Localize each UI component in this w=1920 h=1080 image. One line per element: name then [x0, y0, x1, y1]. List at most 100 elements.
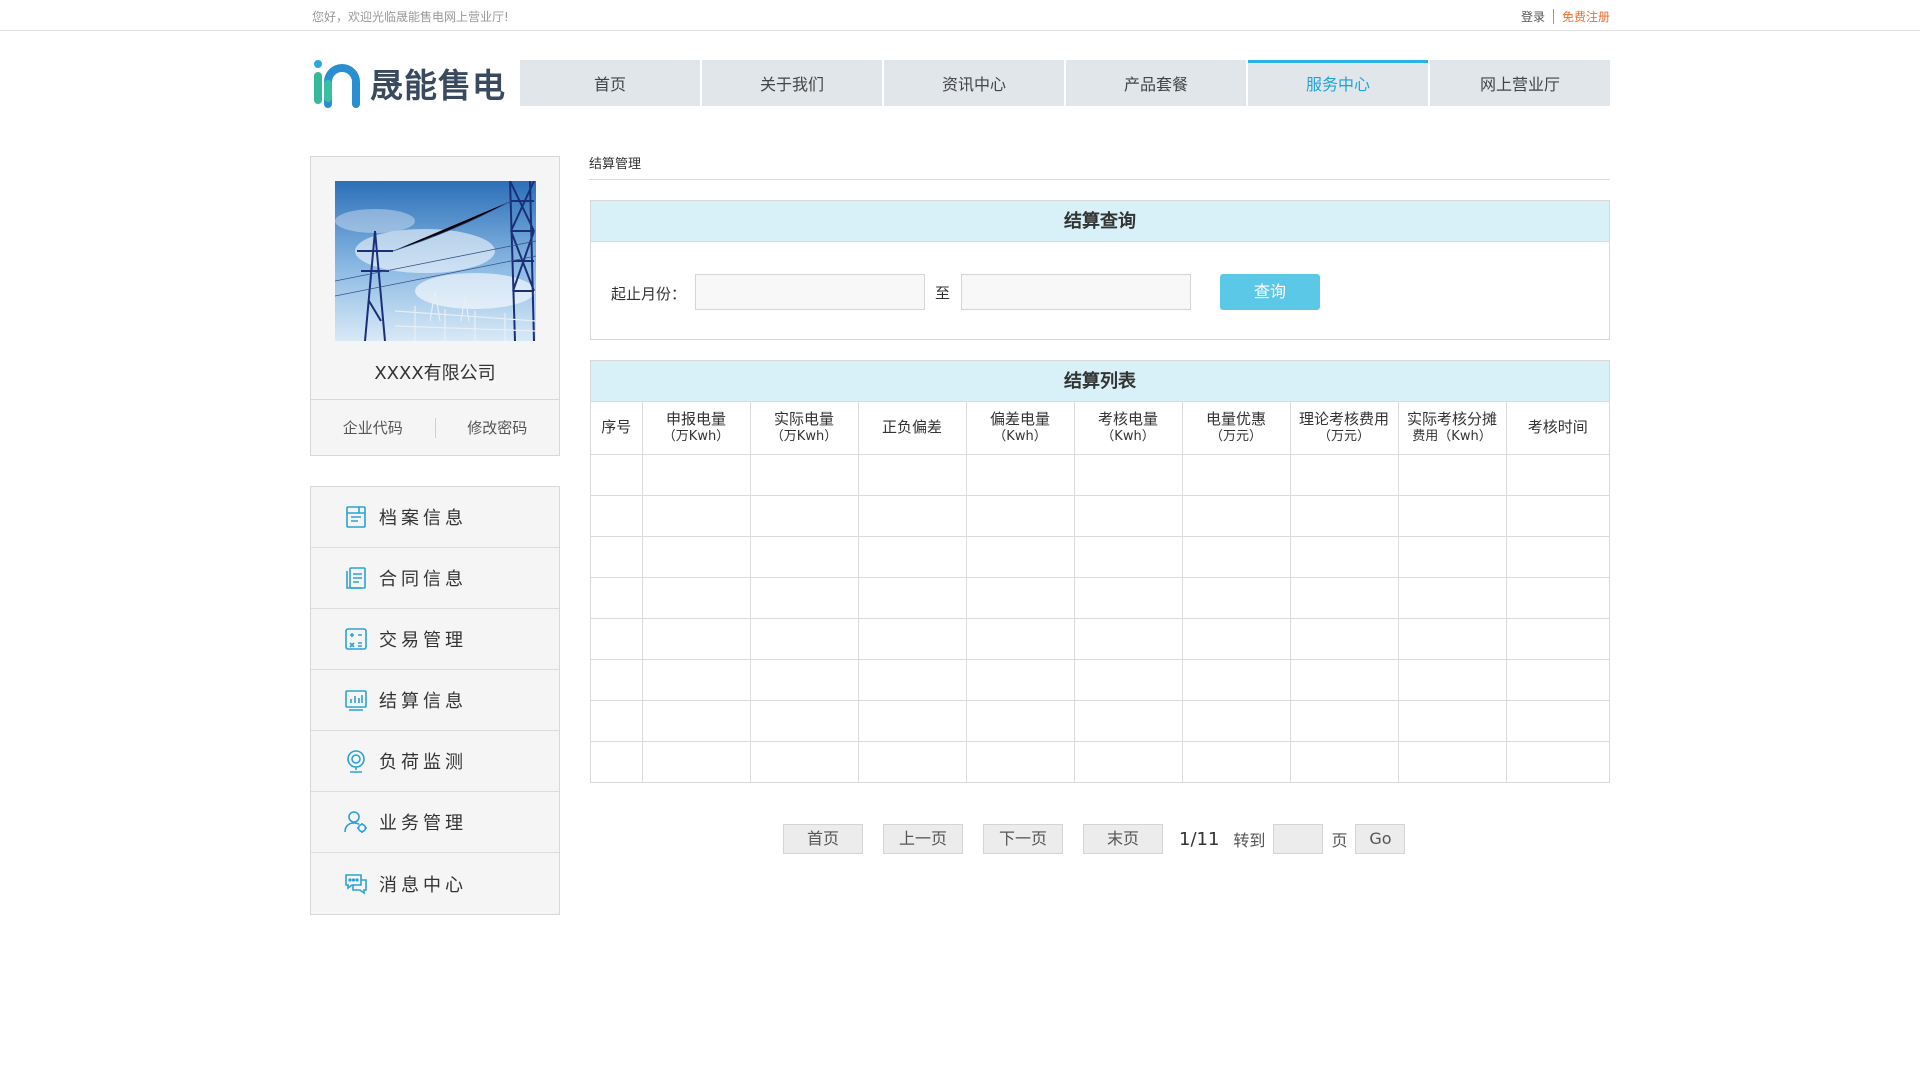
menu-label: 负荷监测: [379, 752, 467, 773]
table-cell: [966, 536, 1075, 578]
top-links: 登录 免费注册: [1521, 8, 1610, 25]
logo[interactable]: 晟能售电: [310, 58, 506, 108]
table-header-row: 序号 申报电量 （万Kwh） 实际电量 （万Kwh） 正负偏差 偏差电量 （Kwh） 考核电量（…: [591, 402, 1609, 455]
menu-settlement[interactable]: 结算信息: [311, 670, 559, 731]
column-header-line1: 电量优惠: [1205, 409, 1266, 428]
goto-label: 转到: [1233, 831, 1266, 850]
list-panel-title: 结算列表: [591, 361, 1609, 402]
table-cell: [858, 700, 967, 742]
logo-mark-icon: [314, 60, 360, 108]
column-header-line1: 实际考核分摊: [1406, 409, 1497, 428]
nav-home[interactable]: 首页: [520, 60, 700, 106]
menu-label: 结算信息: [379, 691, 467, 712]
table-cell: [1506, 495, 1609, 537]
table-cell: [858, 495, 967, 537]
nav-products[interactable]: 产品套餐: [1066, 60, 1246, 106]
table-cell: [591, 741, 643, 782]
table-cell: [1398, 659, 1507, 701]
menu-load-monitor[interactable]: 负荷监测: [311, 731, 559, 792]
query-panel-title: 结算查询: [591, 201, 1609, 242]
nav-news[interactable]: 资讯中心: [884, 60, 1064, 106]
table-cell: [1398, 536, 1507, 578]
nav-service[interactable]: 服务中心: [1248, 60, 1428, 106]
column-header-line2: （Kwh）: [993, 428, 1047, 444]
nav-online-hall[interactable]: 网上营业厅: [1430, 60, 1610, 106]
column-header: 序号: [591, 402, 643, 455]
nav-about[interactable]: 关于我们: [702, 60, 882, 106]
table-cell: [1398, 700, 1507, 742]
table-cell: [750, 577, 859, 619]
go-button[interactable]: Go: [1355, 824, 1406, 854]
column-header: 实际电量 （万Kwh）: [750, 402, 859, 455]
table-cell: [1398, 618, 1507, 660]
last-page-button[interactable]: 末页: [1083, 824, 1163, 854]
company-name: XXXX有限公司: [374, 363, 496, 384]
table-cell: [1290, 618, 1399, 660]
table-cell: [750, 618, 859, 660]
change-password-link[interactable]: 修改密码: [436, 417, 560, 438]
archive-icon: [346, 506, 366, 528]
table-cell: [591, 700, 643, 742]
table-cell: [591, 577, 643, 619]
menu-business[interactable]: 业务管理: [311, 792, 559, 853]
table-cell: [858, 577, 967, 619]
prev-page-button[interactable]: 上一页: [883, 824, 963, 854]
table-cell: [1074, 741, 1183, 782]
table-cell: [858, 536, 967, 578]
first-page-button[interactable]: 首页: [783, 824, 863, 854]
register-link[interactable]: 免费注册: [1562, 8, 1610, 25]
table-cell: [642, 700, 751, 742]
table-row: [591, 454, 1609, 496]
table-cell: [966, 618, 1075, 660]
table-cell: [1182, 659, 1291, 701]
menu-label: 合同信息: [379, 569, 467, 590]
column-header-line1: 偏差电量: [989, 409, 1050, 428]
table-cell: [1398, 741, 1507, 782]
next-page-button[interactable]: 下一页: [983, 824, 1063, 854]
table-cell: [1506, 659, 1609, 701]
menu-archive[interactable]: 档案信息: [311, 487, 559, 548]
message-icon: [345, 873, 367, 895]
login-link[interactable]: 登录: [1521, 8, 1545, 25]
table-cell: [966, 454, 1075, 496]
column-header-line2: （万元）: [1209, 428, 1262, 444]
goto-page-input[interactable]: [1273, 824, 1324, 854]
table-row: [591, 700, 1609, 742]
table-cell: [1074, 659, 1183, 701]
table-cell: [858, 741, 967, 782]
table-cell: [1398, 577, 1507, 619]
range-to-label: 至: [935, 284, 951, 302]
menu-label: 档案信息: [379, 508, 467, 529]
table-cell: [1182, 454, 1291, 496]
table-cell: [966, 577, 1075, 619]
menu-label: 消息中心: [379, 874, 467, 896]
company-code-link[interactable]: 企业代码: [311, 417, 435, 438]
menu-contract[interactable]: 合同信息: [311, 548, 559, 609]
menu-messages[interactable]: 消息中心: [311, 853, 559, 914]
page-indicator: 1/11: [1179, 828, 1220, 850]
table-cell: [1182, 741, 1291, 782]
table-cell: [966, 700, 1075, 742]
table-cell: [966, 659, 1075, 701]
query-button[interactable]: 查询: [1220, 274, 1320, 310]
table-cell: [1182, 618, 1291, 660]
column-header-line1: 正负偏差: [881, 418, 942, 437]
table-row: [591, 659, 1609, 701]
column-header-line1: 实际电量: [773, 409, 834, 428]
table-cell: [966, 495, 1075, 537]
table-cell: [591, 618, 643, 660]
table-cell: [1290, 495, 1399, 537]
column-header-line2: （万Kwh）: [662, 428, 730, 444]
column-header-line2: （万Kwh）: [770, 428, 838, 444]
column-header-line1: 考核时间: [1527, 418, 1588, 437]
column-header: 偏差电量 （Kwh）: [966, 402, 1075, 455]
table-cell: [1074, 495, 1183, 537]
table-cell: [1506, 618, 1609, 660]
column-header-line2: （Kwh）: [1101, 428, 1155, 444]
start-month-input[interactable]: [695, 274, 925, 310]
end-month-input[interactable]: [961, 274, 1191, 310]
menu-label: 交易管理: [379, 630, 467, 651]
menu-trade[interactable]: 交易管理: [311, 609, 559, 670]
table-cell: [642, 741, 751, 782]
column-header: 电量优惠 （万元）: [1182, 402, 1291, 455]
